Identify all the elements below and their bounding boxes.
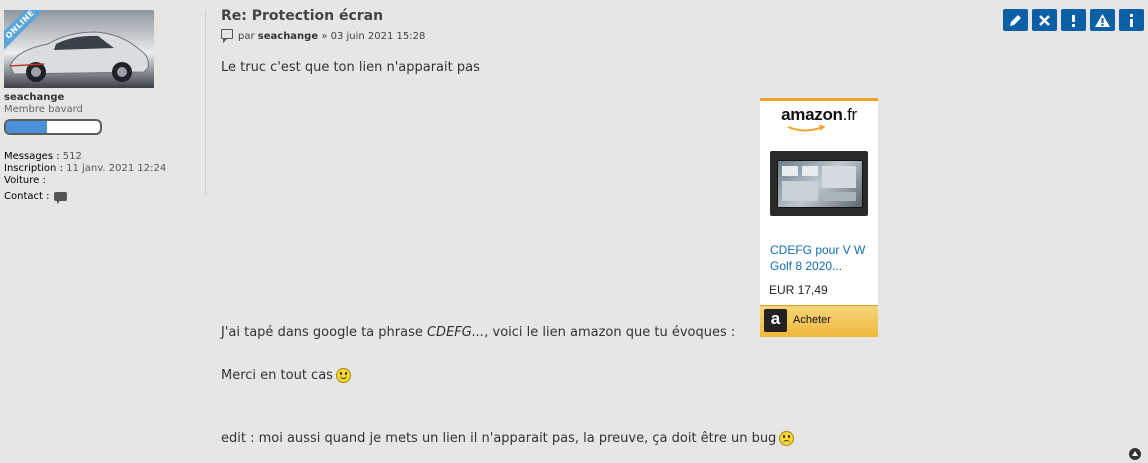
product-screen-image <box>777 160 863 208</box>
back-to-top-icon[interactable] <box>1129 448 1141 460</box>
product-title-link[interactable]: CDEFG pour V W Golf 8 2020... <box>770 242 870 274</box>
info-button[interactable] <box>1119 9 1144 31</box>
user-rank: Membre bavard <box>4 104 83 115</box>
buy-button[interactable]: a Acheter <box>760 305 878 337</box>
post-icon[interactable] <box>221 29 233 43</box>
report-button[interactable] <box>1090 9 1115 31</box>
post-line-2-italic: CDEFG... <box>426 325 485 340</box>
post-line-1: Le truc c'est que ton lien n'apparait pa… <box>221 60 480 75</box>
stat-voiture-label: Voiture : <box>4 175 46 186</box>
post-meta-by: par <box>238 31 255 42</box>
exclamation-icon <box>1072 15 1075 27</box>
post-meta: par seachange » 03 juin 2021 15:28 <box>221 29 426 43</box>
product-image[interactable] <box>770 151 868 216</box>
edit-button[interactable] <box>1003 9 1028 31</box>
stat-messages: Messages : 512 <box>4 151 200 163</box>
stat-inscription-value: 11 janv. 2021 12:24 <box>66 163 167 174</box>
delete-button[interactable] <box>1032 9 1057 31</box>
pencil-icon <box>1010 15 1021 26</box>
user-stats: Messages : 512 Inscription : 11 janv. 20… <box>4 151 200 204</box>
rank-progress-bar <box>4 119 102 135</box>
info-icon <box>1130 14 1133 27</box>
profile-divider <box>205 10 206 196</box>
post-title[interactable]: Re: Protection écran <box>221 8 383 24</box>
stat-messages-label: Messages : <box>4 151 60 162</box>
stat-voiture: Voiture : <box>4 175 200 187</box>
amazon-logo-text: amazon <box>781 105 843 124</box>
post-line-2: J'ai tapé dans google ta phrase CDEFG...… <box>221 325 735 340</box>
post-line-2-text: J'ai tapé dans google ta phrase <box>221 325 427 340</box>
avatar[interactable]: ONLINE <box>4 10 154 88</box>
product-price: EUR 17,49 <box>769 283 828 297</box>
amazon-a-icon: a <box>764 309 787 332</box>
user-profile: ONLINE seachange Membre bavard Messages … <box>4 10 200 204</box>
rank-progress-fill <box>6 121 48 133</box>
post-date: » 03 juin 2021 15:28 <box>321 31 426 42</box>
post-line-4-text: edit : moi aussi quand je mets un lien i… <box>221 431 777 446</box>
post-line-4: edit : moi aussi quand je mets un lien i… <box>221 431 795 446</box>
username[interactable]: seachange <box>4 92 200 104</box>
close-icon <box>1039 15 1050 26</box>
stat-inscription-label: Inscription : <box>4 163 63 174</box>
message-icon[interactable] <box>54 191 68 204</box>
amazon-widget[interactable]: amazon.fr CDEFG pour V W Golf 8 2020... … <box>760 98 878 337</box>
stat-contact-label: Contact : <box>4 191 50 202</box>
stat-contact: Contact : <box>4 191 200 204</box>
post-line-3-text: Merci en tout cas <box>221 368 333 383</box>
warning-triangle-icon <box>1095 14 1110 27</box>
post-author[interactable]: seachange <box>258 31 318 42</box>
smile-icon <box>335 368 351 383</box>
sad-smiley-icon <box>779 431 795 446</box>
post-line-3: Merci en tout cas <box>221 368 351 383</box>
buy-button-label: Acheter <box>793 314 831 326</box>
warn-button[interactable] <box>1061 9 1086 31</box>
stat-messages-value[interactable]: 512 <box>63 151 82 162</box>
amazon-logo-suffix: .fr <box>842 105 858 124</box>
amazon-smile-icon <box>787 125 826 132</box>
stat-inscription: Inscription : 11 janv. 2021 12:24 <box>4 163 200 175</box>
post-line-2-end: , voici le lien amazon que tu évoques : <box>484 325 736 340</box>
amazon-logo[interactable]: amazon.fr <box>760 105 878 125</box>
